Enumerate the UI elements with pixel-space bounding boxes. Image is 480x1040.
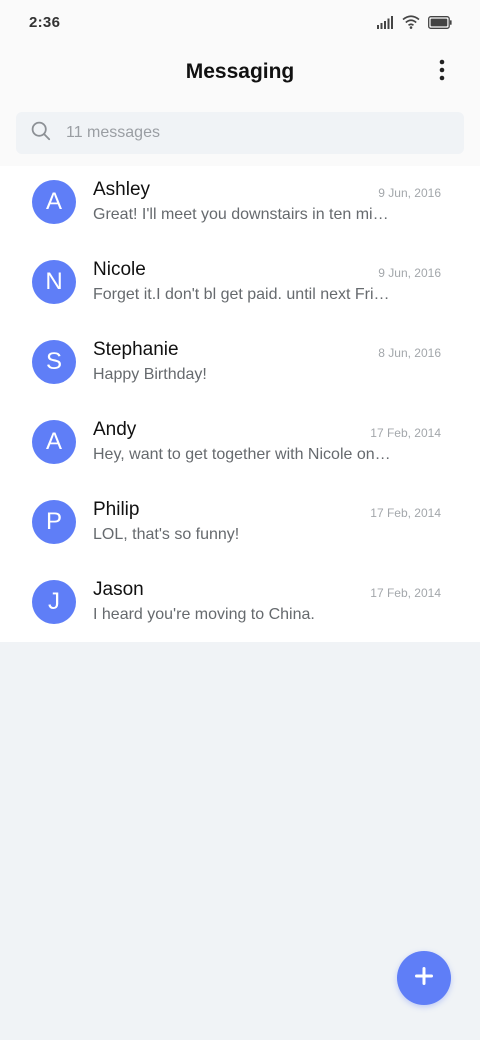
status-bar: 2:36 bbox=[0, 0, 480, 44]
signal-icon bbox=[377, 15, 394, 29]
avatar: A bbox=[32, 420, 76, 464]
avatar: P bbox=[32, 500, 76, 544]
more-vertical-icon bbox=[439, 59, 445, 86]
status-time: 2:36 bbox=[29, 13, 61, 31]
message-preview: Hey, want to get together with Nicole on… bbox=[93, 446, 393, 463]
status-icons bbox=[377, 15, 452, 29]
plus-icon bbox=[415, 966, 433, 990]
contact-name: Stephanie bbox=[93, 339, 179, 360]
message-date: 9 Jun, 2016 bbox=[378, 186, 441, 200]
avatar: N bbox=[32, 260, 76, 304]
more-options-button[interactable] bbox=[426, 56, 458, 88]
app-header: Messaging bbox=[0, 44, 480, 100]
conversation-list: A Ashley 9 Jun, 2016 Great! I'll meet yo… bbox=[0, 166, 480, 642]
search-container: 11 messages bbox=[0, 100, 480, 166]
contact-name: Ashley bbox=[93, 179, 151, 200]
message-date: 8 Jun, 2016 bbox=[378, 346, 441, 360]
contact-name: Nicole bbox=[93, 259, 146, 280]
battery-icon bbox=[428, 15, 452, 29]
conversation-item[interactable]: S Stephanie 8 Jun, 2016 Happy Birthday! bbox=[0, 326, 480, 406]
message-preview: I heard you're moving to China. bbox=[93, 606, 315, 623]
message-preview: Great! I'll meet you downstairs in ten m… bbox=[93, 206, 389, 223]
contact-name: Andy bbox=[93, 419, 137, 440]
conversation-item[interactable]: A Andy 17 Feb, 2014 Hey, want to get tog… bbox=[0, 406, 480, 486]
avatar: J bbox=[32, 580, 76, 624]
message-preview: Happy Birthday! bbox=[93, 366, 207, 383]
search-icon bbox=[31, 121, 51, 146]
wifi-icon bbox=[402, 15, 420, 29]
message-preview: LOL, that's so funny! bbox=[93, 526, 240, 543]
new-message-button[interactable] bbox=[397, 951, 451, 1005]
search-placeholder: 11 messages bbox=[66, 124, 160, 141]
conversation-item[interactable]: N Nicole 9 Jun, 2016 Forget it.I don't b… bbox=[0, 246, 480, 326]
message-date: 17 Feb, 2014 bbox=[370, 426, 441, 440]
message-date: 17 Feb, 2014 bbox=[370, 586, 441, 600]
search-input[interactable]: 11 messages bbox=[16, 112, 464, 154]
avatar: S bbox=[32, 340, 76, 384]
message-date: 9 Jun, 2016 bbox=[378, 266, 441, 280]
message-date: 17 Feb, 2014 bbox=[370, 506, 441, 520]
conversation-item[interactable]: P Philip 17 Feb, 2014 LOL, that's so fun… bbox=[0, 486, 480, 566]
conversation-item[interactable]: J Jason 17 Feb, 2014 I heard you're movi… bbox=[0, 566, 480, 646]
conversation-item[interactable]: A Ashley 9 Jun, 2016 Great! I'll meet yo… bbox=[0, 166, 480, 246]
contact-name: Philip bbox=[93, 499, 140, 520]
page-title: Messaging bbox=[185, 60, 295, 83]
avatar: A bbox=[32, 180, 76, 224]
contact-name: Jason bbox=[93, 579, 144, 600]
message-preview: Forget it.I don't bl get paid. until nex… bbox=[93, 286, 390, 303]
